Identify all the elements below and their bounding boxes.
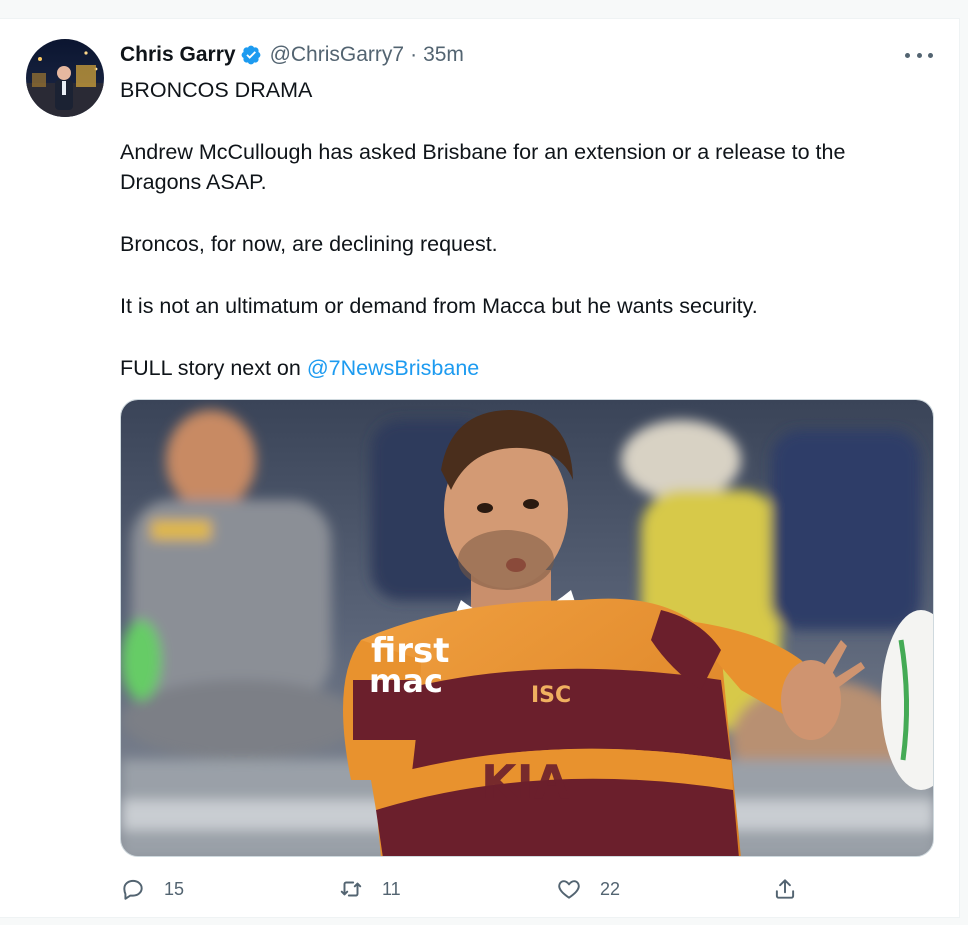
heart-icon	[558, 880, 580, 899]
reply-icon	[123, 879, 143, 900]
retweet-icon	[340, 881, 362, 897]
retweet-count: 11	[382, 878, 401, 899]
tweet-line-declining: Broncos, for now, are declining request.	[120, 232, 498, 256]
story-prefix: FULL story next on	[120, 356, 307, 380]
tweet-actions: 15 11 22	[110, 871, 830, 907]
share-icon	[775, 879, 795, 899]
tweet-line-story: FULL story next on @7NewsBrisbane	[120, 353, 930, 383]
more-icon[interactable]	[905, 45, 933, 65]
avatar-image	[26, 39, 104, 117]
rugby-player-photo: first mac ISC KIA	[121, 400, 933, 856]
tweet-text: BRONCOS DRAMA Andrew McCullough has aske…	[120, 75, 930, 383]
tweet-line-headline: BRONCOS DRAMA	[120, 78, 313, 102]
tweet-photo[interactable]: first mac ISC KIA	[120, 399, 934, 857]
retweet-button[interactable]: 11	[338, 871, 401, 907]
reply-button[interactable]: 15	[120, 871, 184, 907]
avatar[interactable]	[26, 39, 104, 117]
reply-count: 15	[164, 878, 185, 899]
jersey-sponsor-3: ISC	[531, 683, 571, 708]
tweet-header: Chris Garry @ChrisGarry7 · 35m	[120, 41, 464, 69]
timeline-background: Chris Garry @ChrisGarry7 · 35m BRONCOS D…	[0, 0, 968, 925]
handle[interactable]: @ChrisGarry7	[270, 43, 405, 67]
timestamp[interactable]: 35m	[423, 43, 464, 67]
tweet[interactable]: Chris Garry @ChrisGarry7 · 35m BRONCOS D…	[0, 18, 960, 918]
tweet-line-security: It is not an ultimatum or demand from Ma…	[120, 294, 758, 318]
separator-dot: ·	[410, 43, 418, 66]
more-dot	[905, 52, 910, 58]
jersey-sponsor-2: mac	[369, 662, 443, 700]
more-dot	[928, 52, 933, 58]
like-count: 22	[600, 878, 621, 899]
more-dot	[916, 52, 922, 58]
share-button[interactable]	[772, 871, 798, 907]
tweet-line-request: Andrew McCullough has asked Brisbane for…	[120, 140, 846, 194]
like-button[interactable]: 22	[556, 871, 620, 907]
display-name[interactable]: Chris Garry	[120, 43, 236, 67]
verified-badge-icon	[240, 44, 262, 66]
jersey-sponsor-4: KIA	[481, 755, 570, 809]
mention-link[interactable]: @7NewsBrisbane	[307, 356, 479, 380]
